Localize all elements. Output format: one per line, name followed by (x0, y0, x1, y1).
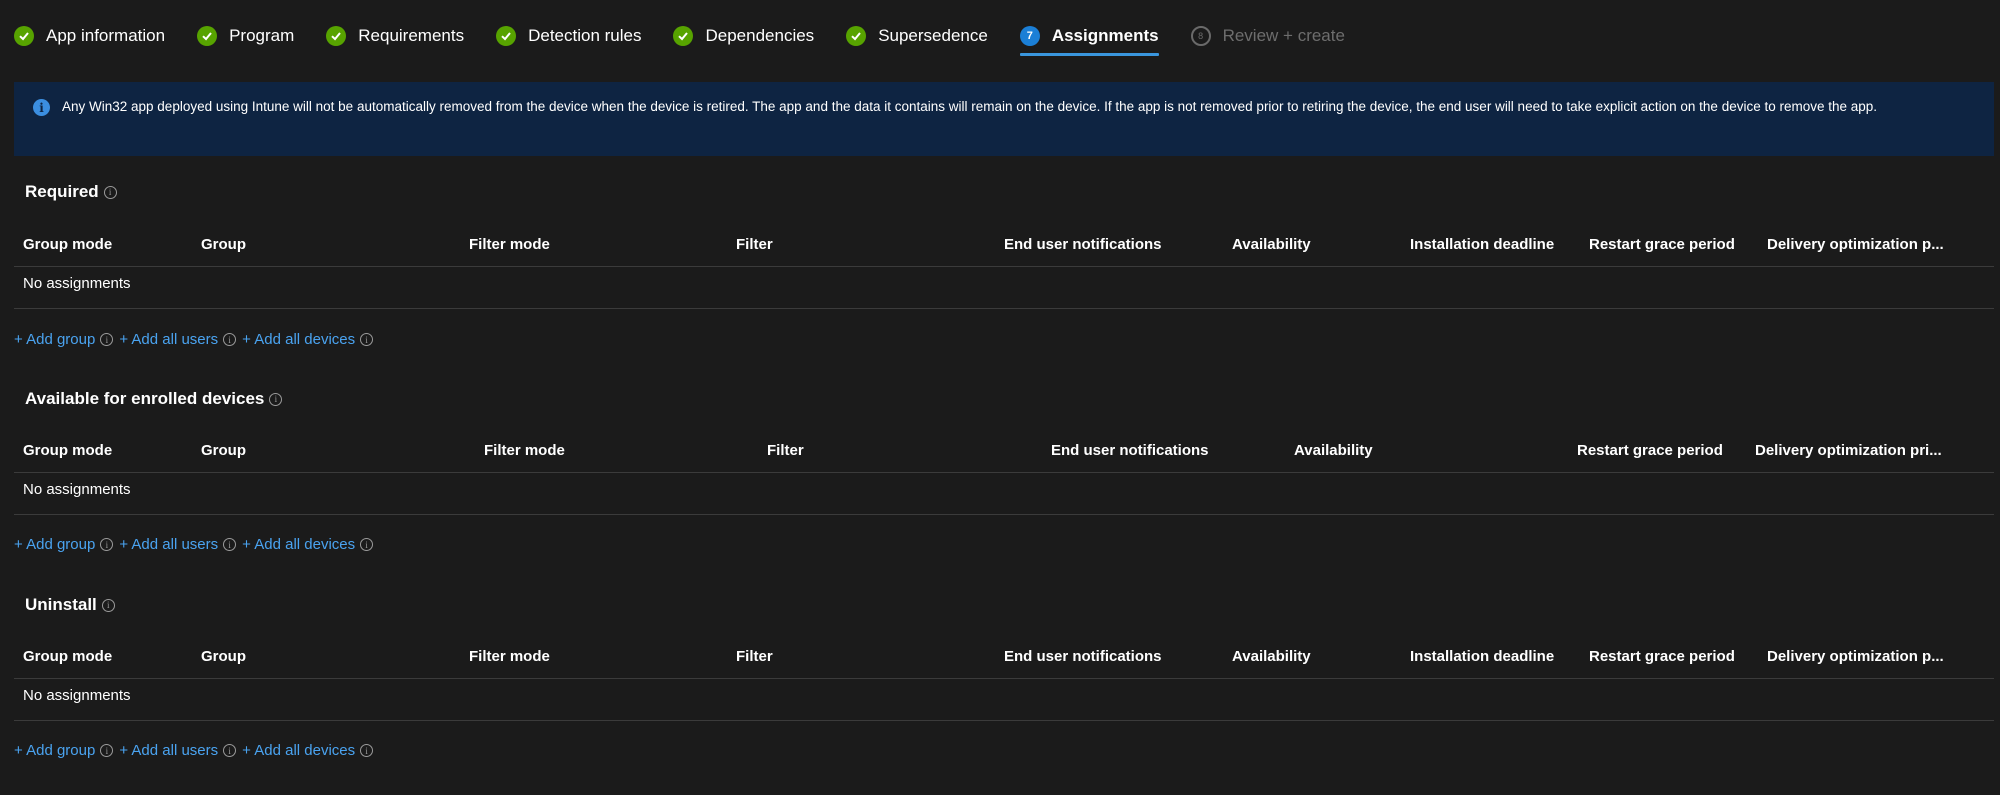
step-app-information[interactable]: App information (14, 20, 165, 52)
column-header[interactable]: Group mode (23, 236, 112, 253)
column-header[interactable]: Restart grace period (1589, 236, 1735, 253)
info-circle-icon[interactable]: i (103, 185, 117, 199)
checkmark-icon (846, 26, 867, 46)
section-title: Required i (25, 182, 117, 202)
info-circle-icon[interactable]: i (360, 744, 374, 757)
column-header[interactable]: Group mode (23, 648, 112, 665)
step-program[interactable]: Program (197, 20, 294, 52)
column-header[interactable]: End user notifications (1051, 442, 1209, 459)
add-all-devices-link[interactable]: + Add all devices (242, 331, 355, 348)
assignments-page: App information Program Requirements Det… (0, 0, 2000, 795)
checkmark-icon (326, 26, 347, 46)
section-title-text: Required (25, 182, 99, 201)
section-title: Available for enrolled devices i (25, 389, 283, 409)
checkmark-icon (496, 26, 517, 46)
info-icon: i (33, 99, 50, 116)
column-header[interactable]: Filter (736, 648, 773, 665)
empty-state-text: No assignments (23, 687, 131, 704)
divider (14, 720, 1994, 721)
empty-state-text: No assignments (23, 481, 131, 498)
column-header[interactable]: Installation deadline (1410, 648, 1554, 665)
step-number-icon: 8 (1190, 26, 1211, 46)
column-header[interactable]: Filter (767, 442, 804, 459)
step-detection-rules[interactable]: Detection rules (496, 20, 641, 52)
info-circle-icon[interactable]: i (100, 538, 114, 551)
checkmark-icon (673, 26, 694, 46)
info-circle-icon[interactable]: i (223, 744, 237, 757)
column-header[interactable]: Installation deadline (1410, 236, 1554, 253)
column-header[interactable]: Group (201, 236, 246, 253)
column-header[interactable]: Filter mode (469, 236, 550, 253)
column-header[interactable]: End user notifications (1004, 648, 1162, 665)
info-circle-icon[interactable]: i (100, 744, 114, 757)
column-header[interactable]: Delivery optimization p... (1767, 236, 1944, 253)
divider (14, 308, 1994, 309)
banner-text: Any Win32 app deployed using Intune will… (62, 99, 1878, 114)
add-all-devices-link[interactable]: + Add all devices (242, 536, 355, 553)
step-assignments[interactable]: 7 Assignments (1019, 20, 1159, 56)
info-circle-icon[interactable]: i (269, 392, 283, 406)
step-label: App information (46, 26, 166, 45)
assignment-actions: + Add group i + Add all users i + Add al… (14, 536, 379, 553)
divider (14, 472, 1994, 473)
column-header[interactable]: Availability (1232, 648, 1311, 665)
column-header[interactable]: Group mode (23, 442, 112, 459)
column-header[interactable]: Restart grace period (1577, 442, 1723, 459)
step-label: Supersedence (878, 26, 988, 45)
column-header[interactable]: Availability (1232, 236, 1311, 253)
add-group-link[interactable]: + Add group (14, 536, 95, 553)
section-title-text: Uninstall (25, 595, 97, 614)
info-circle-icon[interactable]: i (223, 333, 237, 346)
divider (14, 678, 1994, 679)
info-circle-icon[interactable]: i (223, 538, 237, 551)
step-review-create[interactable]: 8 Review + create (1190, 20, 1345, 52)
table-header: Group mode Group Filter mode Filter End … (14, 648, 1994, 668)
step-number-icon: 7 (1019, 26, 1040, 46)
column-header[interactable]: Filter mode (484, 442, 565, 459)
section-title-text: Available for enrolled devices (25, 389, 265, 408)
column-header[interactable]: Restart grace period (1589, 648, 1735, 665)
column-header[interactable]: Filter mode (469, 648, 550, 665)
column-header[interactable]: Availability (1294, 442, 1373, 459)
column-header[interactable]: End user notifications (1004, 236, 1162, 253)
step-label: Assignments (1051, 26, 1159, 45)
info-circle-icon[interactable]: i (101, 598, 115, 612)
table-header: Group mode Group Filter mode Filter End … (14, 236, 1994, 256)
assignment-actions: + Add group i + Add all users i + Add al… (14, 742, 379, 759)
step-label: Requirements (358, 26, 465, 45)
add-all-users-link[interactable]: + Add all users (119, 536, 218, 553)
add-group-link[interactable]: + Add group (14, 742, 95, 759)
info-circle-icon[interactable]: i (360, 333, 374, 346)
step-label: Dependencies (705, 26, 815, 45)
info-banner: i Any Win32 app deployed using Intune wi… (14, 82, 1994, 156)
add-all-users-link[interactable]: + Add all users (119, 331, 218, 348)
divider (14, 514, 1994, 515)
info-circle-icon[interactable]: i (360, 538, 374, 551)
step-supersedence[interactable]: Supersedence (846, 20, 988, 52)
step-label: Program (229, 26, 295, 45)
column-header[interactable]: Delivery optimization p... (1767, 648, 1944, 665)
section-title: Uninstall i (25, 595, 115, 615)
step-dependencies[interactable]: Dependencies (673, 20, 814, 52)
column-header[interactable]: Delivery optimization pri... (1755, 442, 1942, 459)
column-header[interactable]: Group (201, 442, 246, 459)
column-header[interactable]: Filter (736, 236, 773, 253)
assignment-actions: + Add group i + Add all users i + Add al… (14, 331, 379, 348)
add-all-users-link[interactable]: + Add all users (119, 742, 218, 759)
checkmark-icon (197, 26, 218, 46)
divider (14, 266, 1994, 267)
add-group-link[interactable]: + Add group (14, 331, 95, 348)
step-label: Detection rules (528, 26, 642, 45)
wizard-steps: App information Program Requirements Det… (14, 20, 1377, 56)
step-requirements[interactable]: Requirements (326, 20, 464, 52)
column-header[interactable]: Group (201, 648, 246, 665)
add-all-devices-link[interactable]: + Add all devices (242, 742, 355, 759)
info-circle-icon[interactable]: i (100, 333, 114, 346)
empty-state-text: No assignments (23, 275, 131, 292)
table-header: Group mode Group Filter mode Filter End … (14, 442, 1994, 462)
checkmark-icon (14, 26, 34, 46)
step-label: Review + create (1222, 26, 1345, 45)
